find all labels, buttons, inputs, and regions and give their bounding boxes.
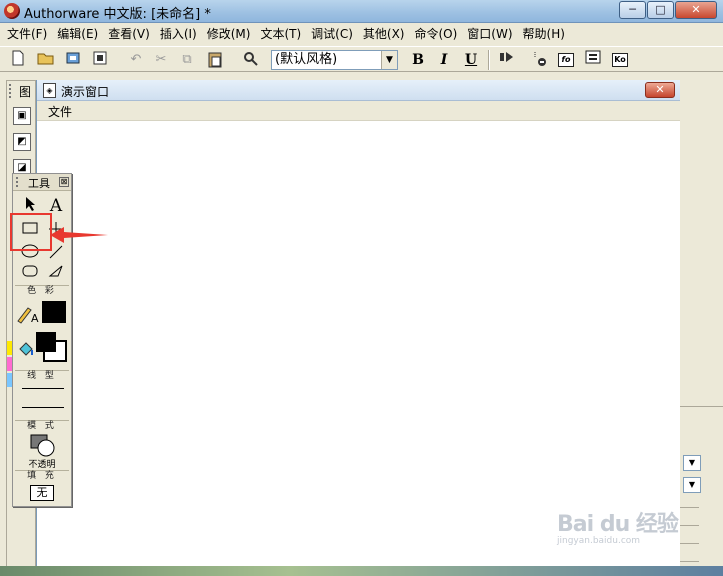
chevron-down-icon[interactable]: ▼ xyxy=(381,51,397,69)
pointer-arrow-annotation xyxy=(50,227,108,243)
property-divider xyxy=(679,543,699,544)
presentation-title: 演示窗口 xyxy=(61,85,110,99)
menu-commands[interactable]: 命令(O) xyxy=(409,24,462,44)
toolbox-titlebar: 工具 ⊠ xyxy=(13,174,71,191)
opaque-mode-icon[interactable] xyxy=(30,434,56,458)
maximize-button[interactable]: □ xyxy=(647,1,674,19)
app-frame: 文件(F) 编辑(E) 查看(V) 插入(I) 修改(M) 文本(T) 调试(C… xyxy=(0,23,723,576)
text-style-value: (默认风格) xyxy=(275,52,338,67)
presentation-close-button[interactable]: ✕ xyxy=(645,82,675,98)
presentation-menu-file[interactable]: 文件 xyxy=(48,103,72,120)
menu-help[interactable]: 帮助(H) xyxy=(518,24,570,44)
line-style-default[interactable] xyxy=(22,407,64,408)
toolbox-grip[interactable] xyxy=(16,177,20,187)
rounded-rectangle-tool[interactable] xyxy=(19,264,41,284)
app-title: Authorware 中文版: [未命名] * xyxy=(24,7,211,22)
foreground-color-swatch[interactable] xyxy=(42,301,66,323)
menu-edit[interactable]: 编辑(E) xyxy=(52,24,103,44)
presentation-window: ◈ 演示窗口 ✕ 文件 xyxy=(36,80,680,576)
panel-grip[interactable] xyxy=(9,84,13,98)
new-file-icon[interactable] xyxy=(8,50,28,70)
paste-icon[interactable] xyxy=(205,50,225,70)
cut-icon[interactable]: ✂ xyxy=(151,50,171,70)
toolbox-close-button[interactable]: ⊠ xyxy=(59,177,69,187)
line-style-thin[interactable] xyxy=(22,388,64,389)
mode-value: 不透明 xyxy=(28,460,56,470)
toolbar-separator xyxy=(488,50,490,70)
property-divider xyxy=(679,561,699,562)
toolbox-title: 工具 xyxy=(28,177,50,190)
property-divider xyxy=(679,507,699,508)
minimize-button[interactable]: ─ xyxy=(619,1,646,19)
color-section-label: 色 彩 xyxy=(15,285,69,297)
desktop-bottom-strip xyxy=(0,566,723,576)
presentation-menubar: 文件 xyxy=(37,101,680,121)
close-button[interactable]: ✕ xyxy=(675,1,717,19)
italic-button[interactable]: I xyxy=(434,50,454,70)
app-titlebar: Authorware 中文版: [未命名] * ─ □ ✕ xyxy=(0,0,723,23)
menu-debug[interactable]: 调试(C) xyxy=(306,24,358,44)
menu-other[interactable]: 其他(X) xyxy=(358,24,410,44)
import-icon[interactable] xyxy=(64,50,84,70)
property-divider xyxy=(679,525,699,526)
menu-view[interactable]: 查看(V) xyxy=(103,24,155,44)
fill-foreground-swatch[interactable] xyxy=(36,332,56,352)
fill-section-label: 填 充 xyxy=(15,470,69,482)
fill-pattern-button[interactable]: 无 xyxy=(30,485,54,501)
save-all-icon[interactable] xyxy=(90,50,110,70)
functions-button[interactable]: fo xyxy=(558,53,574,67)
icon-palette-title: 图 xyxy=(19,85,32,99)
authorware-app-icon[interactable] xyxy=(4,3,20,19)
mode-section-label: 模 式 xyxy=(15,420,69,432)
run-icon[interactable] xyxy=(497,50,517,70)
underline-button[interactable]: U xyxy=(461,50,481,70)
find-icon[interactable] xyxy=(241,50,261,70)
property-dropdown-2[interactable]: ▼ xyxy=(683,477,701,493)
menu-insert[interactable]: 插入(I) xyxy=(155,24,202,44)
menu-file[interactable]: 文件(F) xyxy=(2,24,52,44)
text-style-select[interactable]: (默认风格) ▼ xyxy=(271,50,398,70)
line-color-pencil-icon[interactable]: A xyxy=(16,304,39,325)
property-dropdown-1[interactable]: ▼ xyxy=(683,455,701,471)
properties-panel: ▼ ▼ xyxy=(679,406,723,576)
variables-icon[interactable] xyxy=(583,50,603,70)
main-toolbar: ↶ ✂ ⧉ (默认风格) ▼ B I U fo Ko xyxy=(0,46,723,72)
open-folder-icon[interactable] xyxy=(36,50,56,70)
presentation-window-icon: ◈ xyxy=(43,83,56,98)
motion-icon[interactable]: ◩ xyxy=(13,133,31,151)
menu-modify[interactable]: 修改(M) xyxy=(202,24,256,44)
bold-button[interactable]: B xyxy=(408,50,428,70)
window-controls: ─ □ ✕ xyxy=(619,1,717,19)
control-panel-icon[interactable] xyxy=(530,50,550,70)
menubar: 文件(F) 编辑(E) 查看(V) 插入(I) 修改(M) 文本(T) 调试(C… xyxy=(0,23,723,45)
rectangle-tool-highlight xyxy=(10,213,52,251)
presentation-canvas[interactable] xyxy=(37,121,680,576)
menu-window[interactable]: 窗口(W) xyxy=(462,24,517,44)
menu-text[interactable]: 文本(T) xyxy=(255,24,306,44)
svg-text:A: A xyxy=(31,312,39,324)
undo-icon[interactable]: ↶ xyxy=(126,50,146,70)
knowledge-objects-button[interactable]: Ko xyxy=(612,53,628,67)
copy-icon[interactable]: ⧉ xyxy=(177,50,197,70)
line-style-section-label: 线 型 xyxy=(15,370,69,382)
presentation-titlebar: ◈ 演示窗口 ✕ xyxy=(37,80,680,101)
display-icon[interactable]: ▣ xyxy=(13,107,31,125)
fill-bucket-icon[interactable] xyxy=(16,340,38,360)
polygon-tool[interactable] xyxy=(45,264,67,284)
